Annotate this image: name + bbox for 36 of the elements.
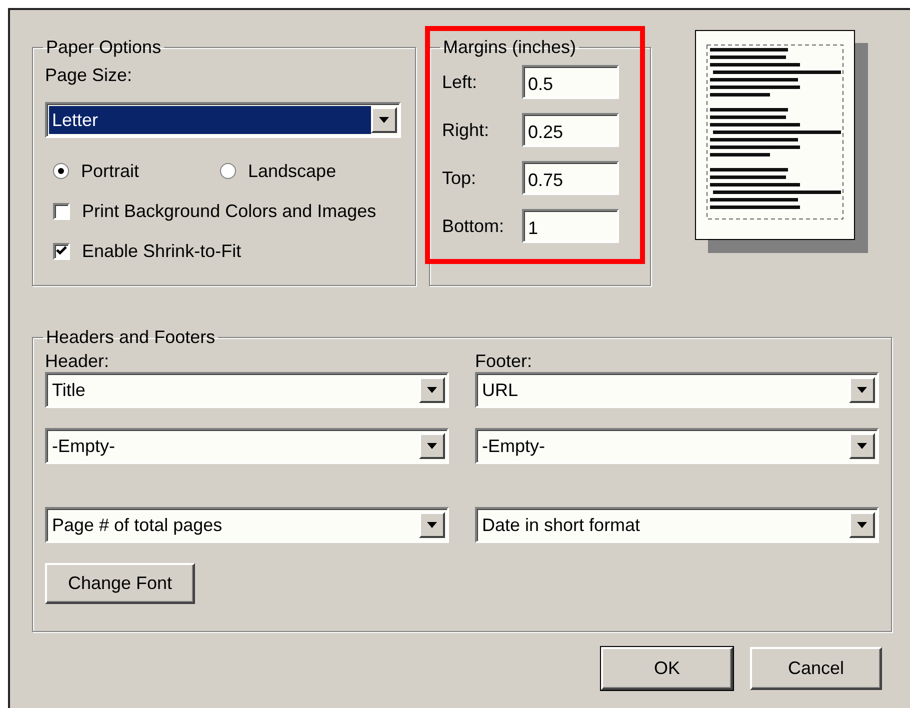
group-title: Margins (inches) xyxy=(442,36,578,58)
dropdown-arrow-icon xyxy=(857,443,867,449)
field-label: Top: xyxy=(442,168,478,188)
field-label: Footer: xyxy=(475,350,534,372)
dropdown[interactable]: -Empty- xyxy=(475,428,879,464)
dropdown[interactable]: Letter xyxy=(45,102,401,138)
change-font-button[interactable]: Change Font xyxy=(45,563,195,604)
number-field[interactable]: 0.25 xyxy=(522,113,619,147)
checkbox-option[interactable]: Enable Shrink-to-Fit xyxy=(45,238,403,264)
field-label: Right: xyxy=(442,120,490,140)
field-label: Bottom: xyxy=(442,216,506,236)
ok-button[interactable]: OK xyxy=(601,647,733,690)
check-icon xyxy=(56,246,67,256)
dropdown[interactable]: Title xyxy=(45,372,449,408)
radio-option[interactable]: Landscape xyxy=(212,160,379,182)
dropdown[interactable]: Date in short format xyxy=(475,507,879,543)
field-label: Left: xyxy=(442,72,478,92)
group-title: Paper Options xyxy=(45,36,162,58)
radio-option[interactable]: Portrait xyxy=(45,160,212,182)
group-title: Headers and Footers xyxy=(45,326,216,348)
dropdown-arrow-icon xyxy=(857,387,867,393)
field-label: Page Size: xyxy=(45,64,134,86)
number-field[interactable]: 0.75 xyxy=(522,161,619,195)
dropdown-arrow-icon xyxy=(427,443,437,449)
number-field[interactable]: 1 xyxy=(522,209,619,243)
checkbox-option[interactable]: Print Background Colors and Images xyxy=(45,198,403,224)
dropdown[interactable]: Page # of total pages xyxy=(45,507,449,543)
cancel-button[interactable]: Cancel xyxy=(750,647,882,690)
dropdown-arrow-icon xyxy=(857,522,867,528)
number-field[interactable]: 0.5 xyxy=(522,65,619,99)
dropdown-arrow-icon xyxy=(427,522,437,528)
dropdown[interactable]: -Empty- xyxy=(45,428,449,464)
field-label: Header: xyxy=(45,350,110,372)
dropdown-arrow-icon xyxy=(427,387,437,393)
dropdown[interactable]: URL xyxy=(475,372,879,408)
dropdown-arrow-icon xyxy=(379,117,389,123)
